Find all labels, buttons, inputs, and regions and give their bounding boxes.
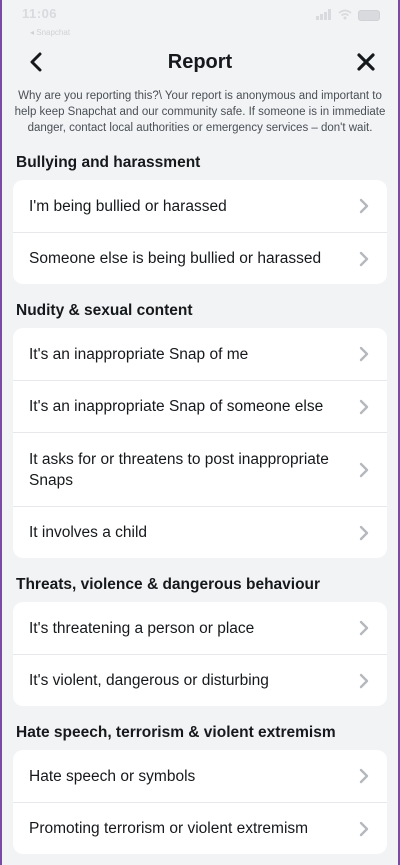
report-option-label: Hate speech or symbols (29, 767, 196, 785)
chevron-right-icon (357, 618, 371, 638)
chevron-right-icon (357, 249, 371, 269)
status-bar: 11:06 ◂ Snapchat (0, 0, 400, 37)
chevron-right-icon (357, 460, 371, 480)
report-option[interactable]: It involves a child (13, 506, 387, 558)
signal-icon (316, 8, 332, 23)
report-option-label: Promoting terrorism or violent extremism (29, 820, 309, 837)
battery-icon (358, 10, 380, 21)
report-option[interactable]: It's an inappropriate Snap of someone el… (13, 380, 387, 432)
report-option[interactable]: It asks for or threatens to post inappro… (13, 432, 387, 506)
section-title-hate-speech: Hate speech, terrorism & violent extremi… (16, 724, 336, 741)
chevron-right-icon (357, 766, 371, 786)
report-option[interactable]: Promoting terrorism or violent extremism (13, 802, 387, 854)
report-option-label: I'm being bullied or harassed (29, 197, 227, 215)
close-button[interactable] (352, 50, 380, 78)
report-option[interactable]: Someone else is being bullied or harasse… (13, 232, 387, 284)
status-time: 11:06 (22, 6, 58, 21)
report-option[interactable]: I'm being bullied or harassed (13, 180, 387, 232)
header: Report (0, 26, 400, 98)
chevron-right-icon (357, 819, 371, 839)
report-option-label: Someone else is being bullied or harasse… (29, 250, 322, 267)
chevron-right-icon (357, 344, 371, 364)
section-card-nudity: It's an inappropriate Snap of me It's an… (13, 328, 387, 558)
report-option[interactable]: It's threatening a person or place (13, 602, 387, 654)
chevron-right-icon (357, 523, 371, 543)
section-title-bullying: Bullying and harassment (16, 154, 201, 171)
chevron-right-icon (357, 397, 371, 417)
report-option[interactable]: It's violent, dangerous or disturbing (13, 654, 387, 706)
section-title-threats: Threats, violence & dangerous behaviour (16, 576, 321, 593)
section-card-bullying: I'm being bullied or harassed Someone el… (13, 180, 387, 284)
page-title: Report (167, 51, 233, 73)
frame-edge-left (0, 0, 2, 865)
wifi-icon (338, 8, 352, 23)
section-title-nudity: Nudity & sexual content (16, 302, 193, 319)
section-card-threats: It's threatening a person or place It's … (13, 602, 387, 706)
report-option[interactable]: Hate speech or symbols (13, 750, 387, 802)
report-option-label: It's threatening a person or place (29, 619, 255, 637)
chevron-right-icon (357, 196, 371, 216)
report-option[interactable]: It's an inappropriate Snap of me (13, 328, 387, 380)
section-card-hate-speech: Hate speech or symbols Promoting terrori… (13, 750, 387, 854)
close-icon (357, 52, 375, 76)
report-option-label: It involves a child (29, 524, 148, 541)
report-option-label: It's an inappropriate Snap of someone el… (29, 398, 324, 415)
report-option-label: It's an inappropriate Snap of me (29, 345, 249, 363)
status-indicators (316, 8, 380, 23)
report-option-label: It asks for or threatens to post inappro… (29, 450, 329, 489)
chevron-right-icon (357, 671, 371, 691)
report-option-label: It's violent, dangerous or disturbing (29, 672, 269, 689)
